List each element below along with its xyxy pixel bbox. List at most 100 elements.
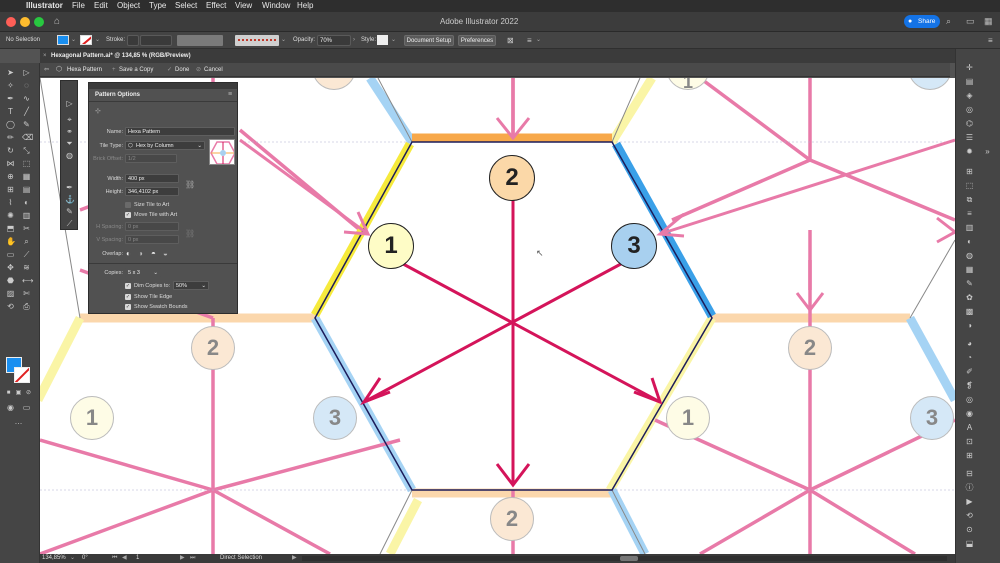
menu-select[interactable]: Select [175,0,197,12]
direct-selection-tool-icon[interactable]: ▷ [22,68,31,77]
pen-tool-icon[interactable]: ✒ [6,94,15,103]
line-small-icon[interactable]: ⟋ [65,219,74,228]
artboard-number[interactable]: 1 [136,554,139,563]
glyphs-icon[interactable]: ◉ [965,409,974,418]
color-panel-icon[interactable]: ◕ [965,339,974,348]
move-tile-checkbox[interactable]: ✓ [125,212,131,218]
size-tile-checkbox[interactable] [125,202,131,208]
screen-mode-icon[interactable]: ▭ [22,403,31,412]
name-input[interactable]: Hexa Pattern [125,127,235,136]
stroke-panel-icon[interactable]: ≡ [965,209,974,218]
live-paint-icon[interactable]: ⬣ [6,276,15,285]
chevron-down-icon[interactable]: ⌄ [95,35,100,46]
links-icon[interactable]: ⌬ [965,119,974,128]
menu-file[interactable]: File [72,0,85,12]
align-icon[interactable]: ⊞ [965,167,974,176]
rotation-value[interactable]: 0° [82,554,88,563]
close-window-button[interactable] [6,17,16,27]
zoom-icon[interactable]: ⌕ [22,237,31,246]
warp-icon[interactable]: ≋ [22,263,31,272]
next-artboard-icon[interactable]: ▶ [180,554,185,563]
scissors-icon[interactable]: ✄ [22,289,31,298]
funnel-icon[interactable]: ⏷ [65,139,74,148]
column-graph-icon[interactable]: ▥ [22,211,31,220]
arrange-icon[interactable]: ▦ [984,16,993,27]
menu-help[interactable]: Help [297,0,313,12]
transform-icon[interactable]: ⊠ [507,35,514,46]
rotate-icon[interactable]: ↻ [6,146,15,155]
width-tool-icon[interactable]: ⋈ [6,159,15,168]
rectangle-icon[interactable]: ▭ [6,250,15,259]
brush-definition[interactable] [235,35,279,46]
artboard-icon[interactable]: ⬒ [6,224,15,233]
gradient-panel-icon[interactable]: ▥ [965,223,974,232]
back-arrow-icon[interactable]: ⇦ [44,63,49,77]
tile-editor-icon[interactable]: ⊹ [95,107,101,115]
link-icon[interactable]: ⛓ [185,180,195,189]
h-spacing-input[interactable]: 0 px [125,222,179,231]
more-tools-icon[interactable]: … [14,417,23,426]
type-tool-icon[interactable]: T [6,107,15,116]
anchor-icon[interactable]: ⚓ [65,195,75,204]
chevron-down-icon[interactable]: ⌄ [281,35,286,46]
mesh-icon[interactable]: ⊞ [6,185,15,194]
symbols-icon[interactable]: ✿ [965,293,974,302]
stroke-color-swatch[interactable] [14,367,30,383]
share-button[interactable]: ● Share [904,15,940,28]
overlap-bottom-icon[interactable]: ◒ [163,249,168,258]
pattern-tile-tool-icon[interactable]: ▷ [65,99,74,108]
ellipse-tool-icon[interactable]: ◯ [6,120,15,129]
pathfinder-icon[interactable]: ⧉ [965,195,974,204]
document-setup-button[interactable]: Document Setup [404,35,454,46]
first-artboard-icon[interactable]: ⏮ [112,554,117,563]
fill-swatch[interactable] [57,35,69,45]
hand-icon[interactable]: ✋ [6,237,16,246]
selection-tool-icon[interactable]: ➤ [6,68,15,77]
rotate-view-icon[interactable]: ⟲ [6,302,15,311]
width-input[interactable]: 400 px [125,174,179,183]
line-tool-icon[interactable]: ╱ [22,107,31,116]
menu-effect[interactable]: Effect [206,0,226,12]
appearance-icon[interactable]: ◍ [965,251,974,260]
variable-width-profile[interactable] [177,35,223,46]
spacing-link-icon[interactable]: ⛓ [185,229,195,238]
eyedropper-icon[interactable]: ⌇ [6,198,15,207]
knife-icon[interactable]: ⟋ [22,250,31,259]
show-swatch-bounds-checkbox[interactable]: ✓ [125,304,131,310]
save-copy-button[interactable]: Save a Copy [119,63,153,77]
properties-icon[interactable]: ✛ [965,63,974,72]
overlap-right-icon[interactable]: ◑ [138,249,143,258]
blob-icon[interactable]: ◍ [65,151,74,160]
image-trace-icon[interactable]: ◎ [965,105,974,114]
chevron-down-icon[interactable]: ⌄ [536,35,541,46]
document-info-icon[interactable]: ⬓ [965,539,974,548]
chevron-right-icon[interactable]: › [353,35,355,46]
measure-icon[interactable]: ⟷ [22,276,33,285]
menu-app[interactable]: Illustrator [26,0,63,12]
brick-offset-select[interactable]: 1/2 [125,154,177,163]
slice-icon[interactable]: ✂ [22,224,31,233]
dim-copies-select[interactable]: 50% ⌄ [173,281,209,290]
sun-icon[interactable]: ✹ [965,147,974,156]
copies-select[interactable]: 5 x 3 ⌄ [125,268,161,277]
navigator-icon[interactable]: ⊟ [965,469,974,478]
variables-icon[interactable]: ⊞ [965,451,974,460]
close-tab-icon[interactable]: × [43,49,47,63]
swatches-icon[interactable]: ▩ [965,307,974,316]
puppet-warp-icon[interactable]: ✥ [6,263,15,272]
attributes-icon[interactable]: ⊙ [965,525,974,534]
workspace-icon[interactable]: ▭ [966,16,975,27]
info-icon[interactable]: ⓘ [965,483,974,492]
libraries-icon[interactable]: ▤ [965,77,974,86]
blend-icon[interactable]: ◐ [22,198,31,207]
done-button[interactable]: Done [175,63,189,77]
chevron-down-icon[interactable]: ⌄ [71,35,76,46]
graph-icon[interactable]: ▨ [6,289,15,298]
panel-title-tab[interactable]: Pattern Options [91,89,145,101]
transparency-icon[interactable]: ◐ [965,237,974,246]
transform-panel-icon[interactable]: ⬚ [965,181,974,190]
magic-wand-icon[interactable]: ✧ [6,81,15,90]
status-next-icon[interactable]: ▶ [292,554,297,563]
paragraph-icon[interactable]: ❡ [965,381,974,390]
brush-small-icon[interactable]: ✎ [65,207,74,216]
